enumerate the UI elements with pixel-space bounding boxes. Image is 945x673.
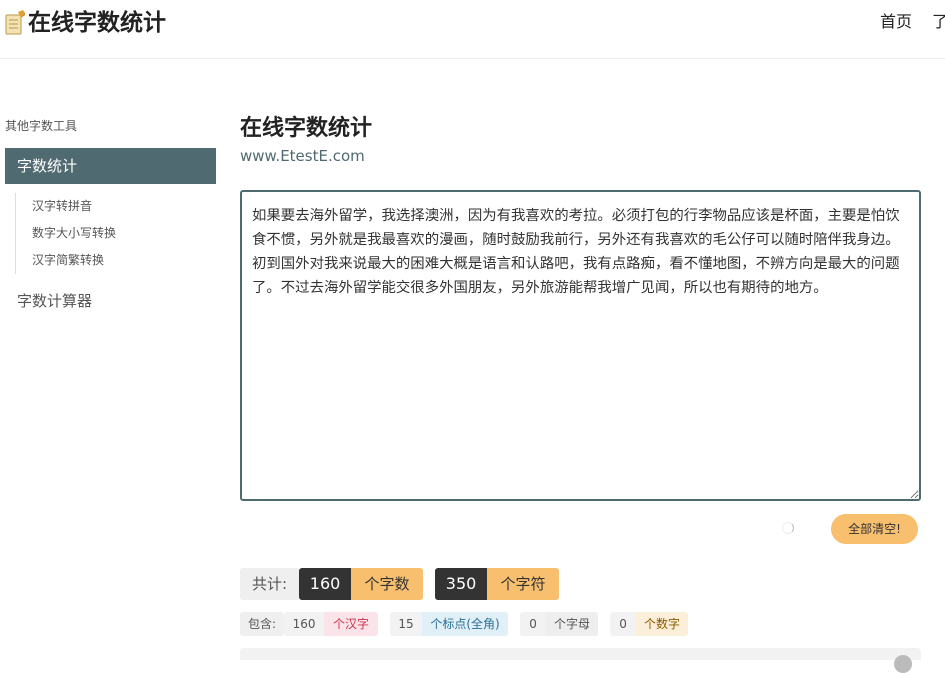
total-symbols-value: 350 <box>435 568 488 600</box>
sidebar-item-word-count[interactable]: 字数统计 <box>5 148 216 184</box>
total-chars-value: 160 <box>299 568 352 600</box>
scroll-top-icon[interactable] <box>894 655 912 673</box>
total-chars-stat: 160 个字数 <box>299 568 424 600</box>
breakdown-digits: 0 个数字 <box>610 612 689 636</box>
breakdown-row: 包含: 160 个汉字 15 个标点(全角) 0 个字母 0 个数字 <box>240 612 689 636</box>
contains-label: 包含: <box>240 612 285 636</box>
breakdown-value: 0 <box>610 612 637 636</box>
sidebar-item-number-case[interactable]: 数字大小写转换 <box>32 220 116 247</box>
breakdown-letters: 0 个字母 <box>520 612 599 636</box>
total-symbols-stat: 350 个字符 <box>435 568 560 600</box>
header: 在线字数统计 首页 了 <box>0 0 945 59</box>
breakdown-unit: 个数字 <box>636 612 689 636</box>
page-title: 在线字数统计 <box>240 116 373 141</box>
sidebar-subnav: 汉字转拼音 数字大小写转换 汉字简繁转换 <box>15 193 116 274</box>
breakdown-unit: 个标点(全角) <box>422 612 509 636</box>
breakdown-unit: 个字母 <box>546 612 599 636</box>
nav-item-2[interactable]: 了 <box>932 11 945 33</box>
nav-home[interactable]: 首页 <box>880 11 912 33</box>
total-label: 共计: <box>240 568 300 600</box>
result-panel <box>240 648 921 660</box>
breakdown-value: 15 <box>390 612 423 636</box>
totals-row: 共计: 160 个字数 350 个字符 <box>240 568 560 600</box>
total-symbols-unit: 个字符 <box>487 568 560 600</box>
breakdown-punctuation: 15 个标点(全角) <box>390 612 509 636</box>
page-subtitle: www.EtestE.com <box>240 147 365 165</box>
top-nav: 首页 了 <box>880 11 945 33</box>
breakdown-unit: 个汉字 <box>324 612 379 636</box>
sidebar-item-pinyin[interactable]: 汉字转拼音 <box>32 193 116 220</box>
sidebar-heading: 其他字数工具 <box>5 119 78 133</box>
sidebar-item-calculator[interactable]: 字数计算器 <box>17 290 92 312</box>
breakdown-value: 160 <box>284 612 325 636</box>
logo-text: 在线字数统计 <box>28 10 166 36</box>
total-chars-unit: 个字数 <box>351 568 424 600</box>
text-input[interactable]: 如果要去海外留学，我选择澳洲，因为有我喜欢的考拉。必须打包的行李物品应该是杯面，… <box>240 190 921 501</box>
clear-all-button[interactable]: 全部清空! <box>831 514 918 544</box>
sidebar-item-trad-simp[interactable]: 汉字简繁转换 <box>32 247 116 274</box>
breakdown-value: 0 <box>520 612 547 636</box>
logo[interactable]: 在线字数统计 <box>4 6 166 40</box>
loading-spinner-icon <box>782 522 794 534</box>
breakdown-hanzi: 160 个汉字 <box>284 612 379 636</box>
notebook-pencil-icon <box>5 10 25 35</box>
